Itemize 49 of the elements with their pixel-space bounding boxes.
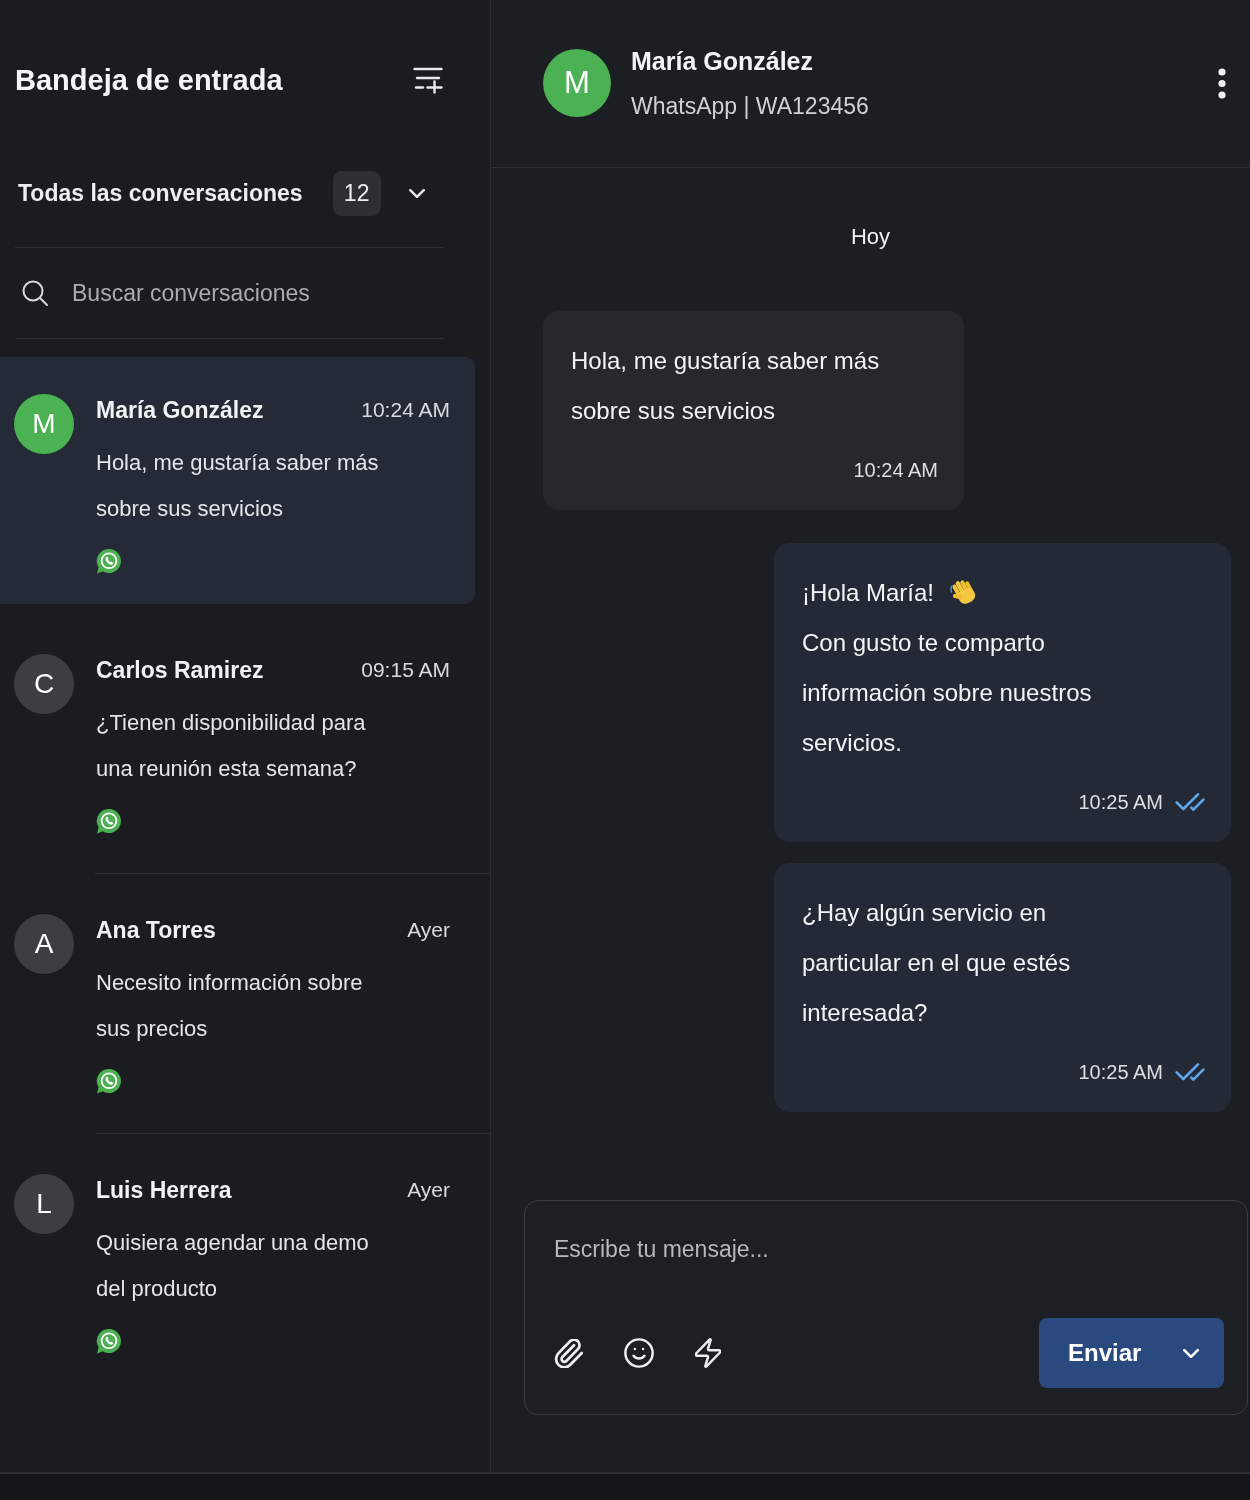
inbox-title: Bandeja de entrada — [15, 63, 283, 97]
list-filter-plus-icon[interactable] — [413, 66, 443, 94]
phone-bubble-icon — [96, 1068, 122, 1094]
contact-avatar: C — [14, 654, 74, 714]
conversation-item[interactable]: L Luis Herrera Ayer Quisiera agendar una demo del producto — [0, 1137, 475, 1384]
conversation-time: 09:15 AM — [361, 658, 450, 682]
chat-contact-channel: WhatsApp | WA123456 — [631, 92, 869, 121]
kebab-menu-icon[interactable] — [1218, 68, 1226, 99]
contact-avatar: M — [14, 394, 74, 454]
search-field[interactable]: Buscar conversaciones — [72, 276, 444, 310]
smiley-icon[interactable] — [624, 1338, 654, 1368]
contact-avatar: A — [14, 914, 74, 974]
lightning-icon[interactable] — [695, 1338, 721, 1368]
message-time: 10:24 AM — [853, 458, 938, 482]
phone-bubble-icon — [96, 808, 122, 834]
conversation-time: Ayer — [407, 918, 450, 942]
conversation-item[interactable]: A Ana Torres Ayer Necesito información sobre sus precios — [0, 877, 475, 1124]
send-button[interactable]: Enviar — [1039, 1318, 1224, 1388]
message-time: 10:25 AM — [1078, 1060, 1163, 1084]
message-text: ¿Hay algún servicio en particular en el que estés interesada? — [802, 898, 1072, 1028]
message-preview: Quisiera agendar una demo del producto — [96, 1229, 370, 1303]
chat-contact-name: María González — [631, 46, 814, 77]
message-text: ¡Hola María! — [802, 578, 935, 608]
conversation-time: 10:24 AM — [361, 398, 450, 422]
message-text: Hola, me gustaría saber más sobre sus servicios — [571, 346, 881, 426]
contact-avatar: L — [14, 1174, 74, 1234]
chevron-down-icon[interactable] — [408, 188, 425, 198]
conversation-item[interactable]: M María González 10:24 AM Hola, me gustaría saber más sobre sus servicios — [0, 357, 475, 604]
phone-bubble-icon — [96, 548, 122, 574]
message-preview: Hola, me gustaría saber más sobre sus servicios — [96, 449, 380, 523]
message-preview: Necesito información sobre sus precios — [96, 969, 364, 1043]
contact-name: Luis Herrera — [96, 1176, 232, 1204]
message-preview: ¿Tienen disponibilidad para una reunión esta semana? — [96, 709, 367, 783]
paperclip-icon[interactable] — [554, 1338, 583, 1368]
conversation-time: Ayer — [407, 1178, 450, 1202]
contact-avatar: M — [543, 49, 611, 117]
contact-name: María González — [96, 396, 264, 424]
contact-name: Ana Torres — [96, 916, 216, 944]
phone-bubble-icon — [96, 1328, 122, 1354]
chevron-down-icon — [1183, 1348, 1199, 1358]
count-badge: 12 — [332, 170, 381, 216]
message-input[interactable]: Escribe tu mensaje... — [554, 1231, 1224, 1267]
date-label: Hoy — [850, 224, 891, 250]
search-icon — [22, 280, 48, 306]
conversation-item[interactable]: C Carlos Ramirez 09:15 AM ¿Tienen disponibilidad para una reunión esta semana? — [0, 617, 475, 864]
contact-name: Carlos Ramirez — [96, 656, 264, 684]
message-text: Con gusto te comparto información sobre nuestros servicios. — [802, 628, 1093, 758]
conversation-filter-label[interactable]: Todas las conversaciones — [18, 179, 303, 207]
message-time: 10:25 AM — [1078, 790, 1163, 814]
